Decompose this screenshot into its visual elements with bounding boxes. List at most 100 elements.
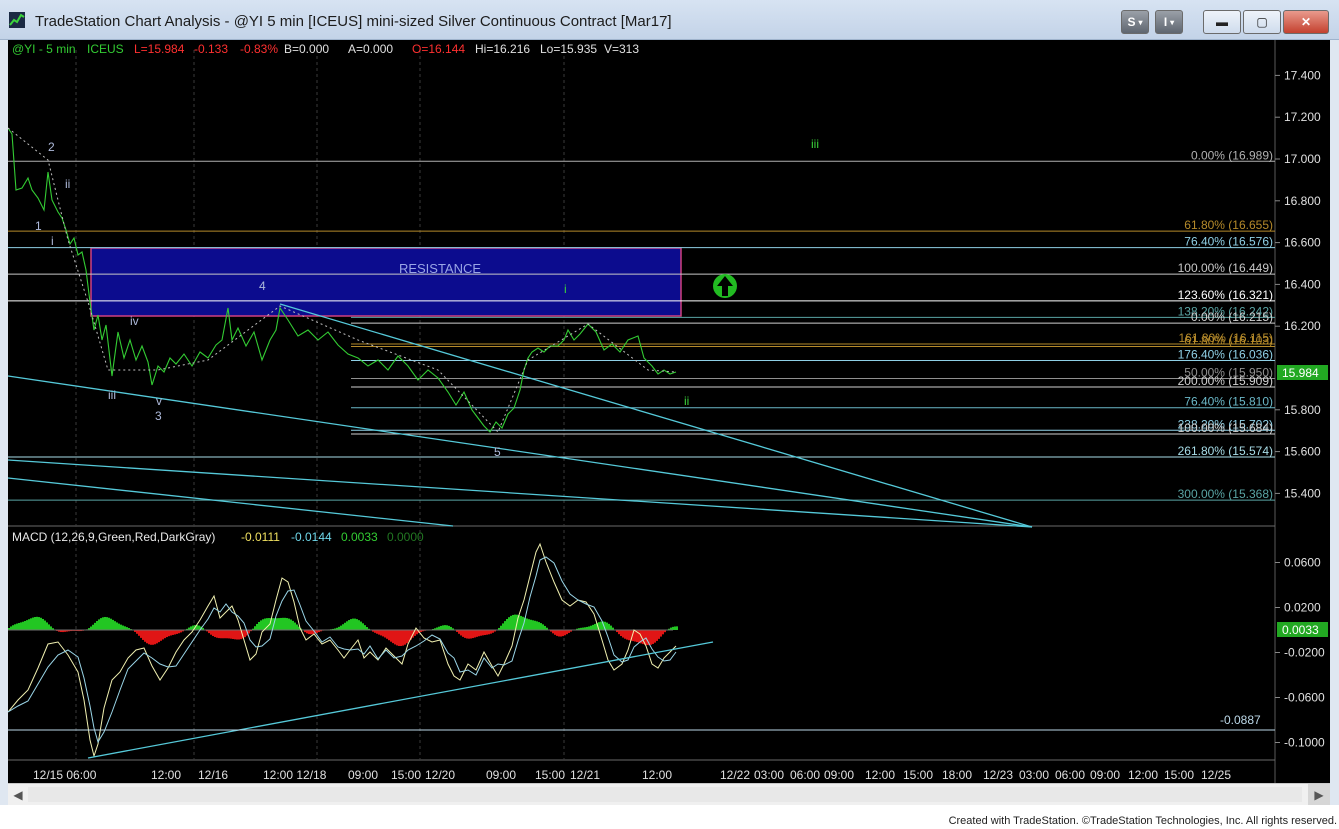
macd-signal-line[interactable] [8,556,677,744]
macd-hist-value: 0.0033 [341,530,378,544]
macd-hist-bar [600,621,602,630]
macd-hist-bar [124,626,126,630]
macd-tick-label: -0.0200 [1284,646,1325,660]
macd-hist-bar [650,630,652,645]
macd-hist-bar [534,620,536,630]
price-tick-label: 16.400 [1284,277,1321,291]
macd-hist-bar [378,630,380,635]
scroll-track[interactable] [28,787,1302,802]
macd-hist-bar [170,630,172,636]
macd-tick-label: -0.1000 [1284,736,1325,750]
scroll-left-arrow-icon[interactable]: ◀ [8,784,28,805]
resistance-zone[interactable] [90,247,682,317]
scroll-right-arrow-icon[interactable]: ▶ [1308,784,1330,805]
high-text: Hi=16.216 [475,42,530,56]
macd-hist-bar [564,630,566,636]
macd-hist-bar [590,625,592,630]
close-button[interactable]: ✕ [1283,10,1329,34]
macd-hist-bar [276,618,278,630]
macd-hist-bar [282,617,284,630]
wave-label: 2 [48,140,55,154]
macd-hist-bar [656,630,658,641]
macd-hist-bar [354,618,356,630]
macd-hist-bar [28,619,30,630]
fib-level-label: 0.00% (16.215) [1191,310,1273,324]
indicator-button[interactable]: I ▾ [1155,10,1183,34]
footer: Created with TradeStation. ©TradeStation… [0,805,1339,829]
time-tick-label: 18:00 [942,768,972,782]
exchange-text: ICEUS [87,42,124,56]
time-tick-label: 06:00 [790,768,820,782]
macd-hist-bar [116,622,118,630]
macd-hist-bar [136,630,138,634]
macd-hist-bar [506,618,508,630]
chart-area[interactable]: RESISTANCE 0.00% (16.989) 61.80% (16.655)… [8,40,1330,783]
macd-hist-bar [168,630,170,637]
minimize-button[interactable]: ▬ [1203,10,1241,34]
symbol-text: @YI - 5 min [12,42,76,56]
macd-hist-bar [238,630,240,640]
macd-hist-bar [520,615,522,630]
time-tick-label: 09:00 [824,768,854,782]
price-tick-label: 16.600 [1284,236,1321,250]
maximize-button[interactable]: ▢ [1243,10,1281,34]
macd-hist-bar [500,625,502,630]
macd-hist-bar [566,630,568,635]
fib-level-label: 76.40% (16.576) [1184,235,1273,249]
lower-trendline[interactable] [8,459,1033,528]
macd-hist-bar [48,624,50,630]
macd-hist-bar [98,619,100,630]
macd-hist-bar [106,617,108,630]
macd-hist-bar [42,618,44,630]
macd-hist-bar [406,630,408,644]
macd-hist-bar [122,625,124,630]
macd-hist-bar [376,630,378,634]
macd-hist-bar [20,622,22,630]
macd-hist-bar [464,630,466,638]
chart-canvas[interactable]: RESISTANCE 0.00% (16.989)61.80% (16.655)… [8,40,1330,783]
macd-hist-bar [50,626,52,630]
fib-level-label: 176.40% (16.036) [1178,347,1273,361]
title-bar: TradeStation Chart Analysis - @YI 5 min … [0,0,1339,40]
macd-hist-bar [362,623,364,630]
fib-level-label: 123.60% (16.321) [1178,288,1273,302]
macd-hist-bar [380,630,382,636]
macd-hist-bar [618,630,620,635]
macd-hist-bar [100,618,102,630]
macd-hist-bar [626,630,628,640]
macd-hist-bar [174,630,176,635]
macd-hist-bar [504,621,506,630]
time-tick-label: 03:00 [754,768,784,782]
macd-hist-bar [152,630,154,645]
time-tick-label: 12:00 [865,768,895,782]
macd-header: MACD (12,26,9,Green,Red,DarkGray) -0.011… [12,530,424,544]
macd-hist-bar [254,626,256,630]
upper-trendline[interactable] [279,303,1033,528]
macd-hist-bar [10,626,12,630]
price-tick-label: 16.800 [1284,194,1321,208]
macd-hist-bar [558,630,560,637]
macd-hist-bar [146,630,148,644]
macd-hist-bar [624,630,626,639]
macd-hist-bar [16,623,18,630]
price-axis: 17.400 17.200 17.000 16.800 16.600 16.400 16.2… [1275,68,1321,500]
macd-hist-bar [446,625,448,630]
macd-hist-bar [164,630,166,639]
macd-trendline[interactable] [87,641,714,759]
macd-hist-bar [442,625,444,630]
macd-hist-bar [110,618,112,630]
macd-hist-bar [388,630,390,641]
strategy-button[interactable]: S ▾ [1121,10,1149,34]
macd-hist-bar [348,620,350,630]
macd-hist-bar [662,630,664,635]
svg-text:0.0033: 0.0033 [1282,623,1319,637]
macd-hist-bar [484,630,486,636]
macd-hist-bar [466,630,468,639]
macd-hist-bar [308,630,310,635]
macd-hist-bar [552,630,554,634]
horizontal-scrollbar[interactable]: ◀ ▶ [8,783,1330,805]
volume-text: V=313 [604,42,639,56]
macd-hist-bar [588,626,590,630]
fib-level-label: 61.80% (16.103) [1184,333,1273,347]
macd-line[interactable] [8,542,677,758]
